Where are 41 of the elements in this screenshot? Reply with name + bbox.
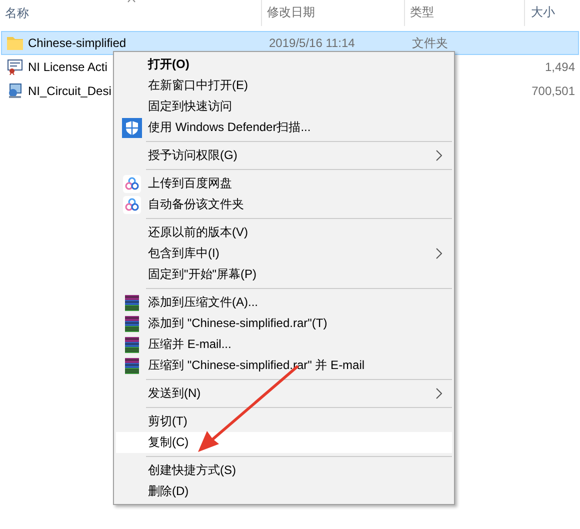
archive-icon [123,356,141,374]
file-size: 700,501 [532,84,575,98]
menu-item[interactable]: 压缩到 "Chinese-simplified.rar" 并 E-mail [116,355,452,376]
menu-item[interactable]: 固定到"开始"屏幕(P) [116,264,452,285]
file-name: Chinese-simplified [28,36,126,50]
menu-item[interactable]: 还原以前的版本(V) [116,222,452,243]
file-size: 1,494 [544,60,575,74]
menu-item[interactable]: 添加到压缩文件(A)... [116,292,452,313]
archive-icon [123,336,141,354]
menu-item[interactable]: 打开(O) [116,54,452,75]
file-type: 文件夹 [412,36,448,50]
menu-item[interactable]: 剪切(T) [116,411,452,432]
column-header[interactable]: 修改日期 [267,4,315,21]
certificate-icon [7,59,23,75]
file-row-highlight[interactable]: Chinese-simplified 2019/5/16 11:14 文件夹 [1,31,579,55]
menu-item[interactable]: 压缩并 E-mail... [116,334,452,355]
menu-item[interactable]: 添加到 "Chinese-simplified.rar"(T) [116,313,452,334]
menu-item[interactable]: 在新窗口中打开(E) [116,75,452,96]
modified-date: 2019/5/16 11:14 [269,36,355,50]
menu-item[interactable]: 授予访问权限(G) [116,145,452,166]
menu-item[interactable]: 使用 Windows Defender扫描... [116,117,452,138]
menu-item[interactable]: 自动备份该文件夹 [116,194,452,215]
cloud-icon [123,174,141,192]
menu-item[interactable]: 发送到(N) [116,383,452,404]
cloud-icon [123,196,141,214]
menu-item[interactable]: 上传到百度网盘 [116,173,452,194]
archive-icon [123,314,141,332]
menu-item[interactable]: 创建快捷方式(S) [116,460,452,481]
shield-icon [122,118,142,138]
menu-item[interactable]: 包含到库中(I) [116,243,452,264]
installer-icon [7,83,23,99]
column-header[interactable]: 大小 [531,4,555,21]
column-header[interactable]: 名称 [5,4,29,22]
file-name: NI_Circuit_Desi [28,84,112,98]
folder-icon [7,36,23,50]
menu-item[interactable]: 固定到快速访问 [116,96,452,117]
column-header[interactable]: 类型 [410,4,434,21]
file-name: NI License Acti [28,60,108,74]
menu-item[interactable]: 复制(C) [116,432,452,453]
archive-icon [123,294,141,312]
menu-item[interactable]: 删除(D) [116,481,452,502]
